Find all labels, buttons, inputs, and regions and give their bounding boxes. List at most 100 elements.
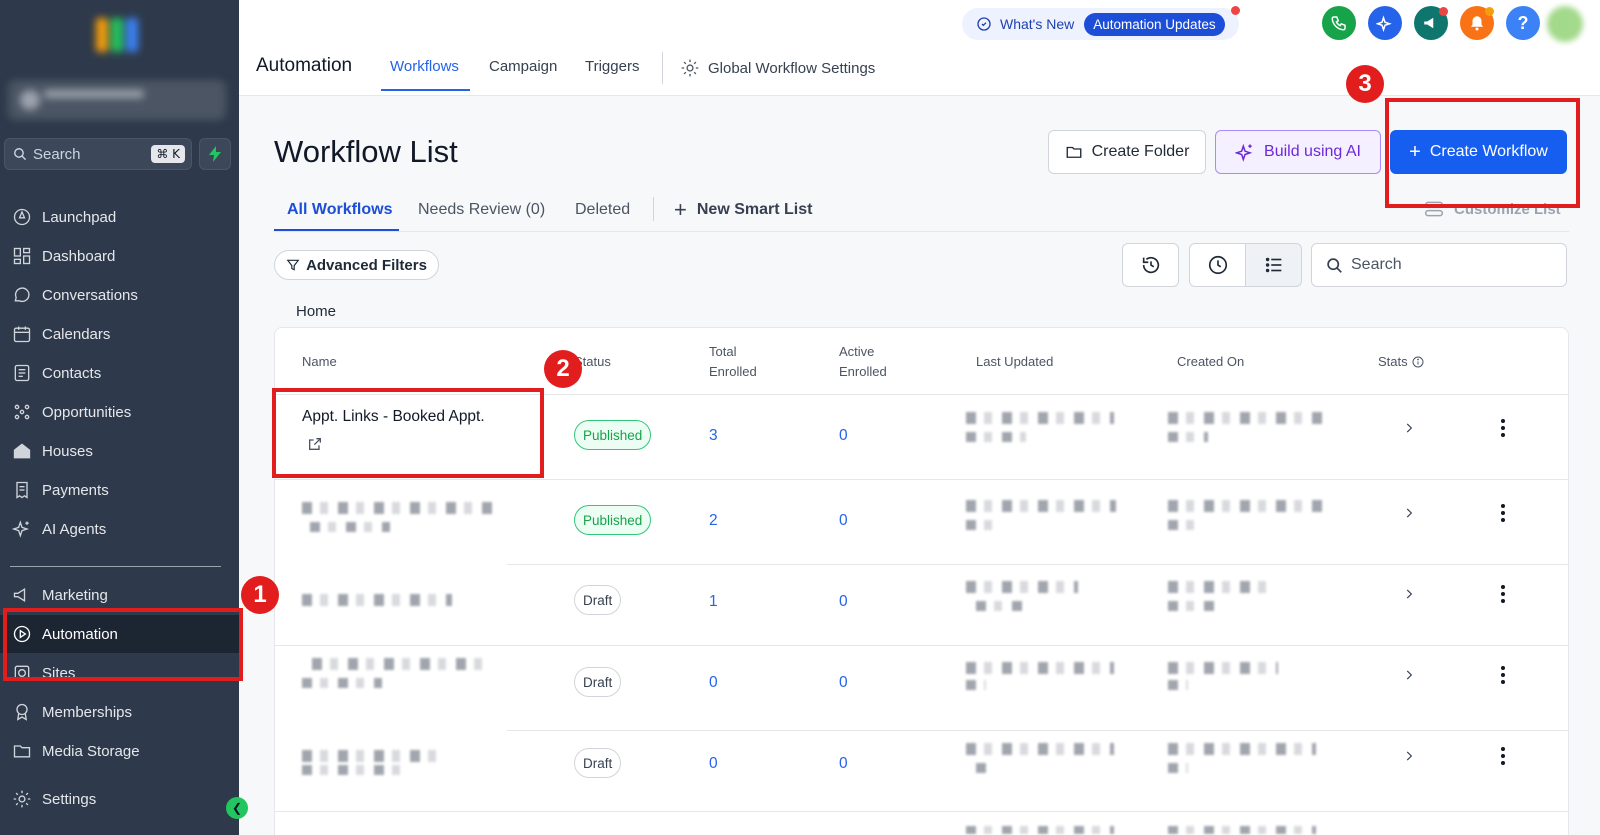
global-workflow-settings-link[interactable]: Global Workflow Settings xyxy=(680,58,875,78)
whats-new-pill[interactable]: What's New Automation Updates xyxy=(962,8,1239,40)
active-enrolled-count[interactable]: 0 xyxy=(839,427,848,445)
workflow-search-input[interactable]: Search xyxy=(1311,243,1567,287)
more-options-icon[interactable] xyxy=(1500,665,1506,685)
redacted-date xyxy=(966,432,1026,442)
automation-updates-badge[interactable]: Automation Updates xyxy=(1084,12,1225,36)
gear-icon xyxy=(13,790,31,808)
subtab-deleted[interactable]: Deleted xyxy=(575,201,630,219)
ai-assistant-button[interactable] xyxy=(1368,6,1402,40)
chevron-right-icon[interactable] xyxy=(1402,587,1416,601)
subtab-needs-review[interactable]: Needs Review (0) xyxy=(418,201,545,219)
redacted-date xyxy=(1168,826,1316,834)
clock-view-button[interactable] xyxy=(1189,243,1246,287)
sparkle-icon xyxy=(12,520,30,538)
sidebar-collapse-button[interactable]: ❮ xyxy=(226,797,248,819)
sidebar-item-conversations[interactable]: Conversations xyxy=(0,276,239,314)
sidebar-item-label: Settings xyxy=(42,790,97,808)
tab-separator xyxy=(662,52,663,84)
sidebar-item-media-storage[interactable]: Media Storage xyxy=(0,732,239,770)
active-enrolled-count[interactable]: 0 xyxy=(839,674,848,692)
chevron-left-icon: ❮ xyxy=(231,801,243,815)
tab-triggers[interactable]: Triggers xyxy=(585,58,639,75)
total-enrolled-count[interactable]: 0 xyxy=(709,755,718,773)
new-smart-list-button[interactable]: + New Smart List xyxy=(674,199,812,221)
sidebar-item-contacts[interactable]: Contacts xyxy=(0,354,239,392)
search-shortcut: ⌘ K xyxy=(151,145,185,163)
quick-action-button[interactable] xyxy=(199,138,231,170)
column-header-stats[interactable]: Stats xyxy=(1378,352,1424,372)
clock-icon xyxy=(1208,255,1227,275)
info-icon xyxy=(1412,356,1424,368)
annotation-number-3: 3 xyxy=(1346,65,1384,103)
status-badge: Published xyxy=(574,505,652,535)
chevron-right-icon[interactable] xyxy=(1402,421,1416,435)
active-enrolled-count[interactable]: 0 xyxy=(839,593,848,611)
sparkle-icon xyxy=(1235,143,1253,162)
advanced-filters-button[interactable]: Advanced Filters xyxy=(274,250,439,280)
user-avatar[interactable] xyxy=(1547,6,1583,42)
column-header-created-on[interactable]: Created On xyxy=(1177,352,1244,372)
breadcrumb[interactable]: Home xyxy=(296,303,336,320)
row-divider xyxy=(275,811,1568,812)
redacted-name xyxy=(302,765,402,775)
sidebar-item-label: Opportunities xyxy=(42,403,132,421)
redacted-date xyxy=(966,412,1114,424)
sidebar-item-launchpad[interactable]: Launchpad xyxy=(0,198,239,236)
redacted-date xyxy=(966,826,1114,834)
total-enrolled-count[interactable]: 3 xyxy=(709,427,718,445)
annotation-number-2: 2 xyxy=(544,350,582,388)
house-icon xyxy=(13,443,31,459)
more-options-icon[interactable] xyxy=(1500,503,1506,523)
tab-campaign[interactable]: Campaign xyxy=(489,58,557,75)
more-options-icon[interactable] xyxy=(1500,584,1506,604)
plus-icon: + xyxy=(674,197,687,222)
chevron-right-icon[interactable] xyxy=(1402,506,1416,520)
account-switcher[interactable] xyxy=(8,80,226,120)
sidebar-item-payments[interactable]: Payments xyxy=(0,471,239,509)
active-enrolled-count[interactable]: 0 xyxy=(839,755,848,773)
total-enrolled-count[interactable]: 0 xyxy=(709,674,718,692)
column-header-last-updated[interactable]: Last Updated xyxy=(976,352,1053,372)
redacted-date xyxy=(966,743,1114,755)
phone-button[interactable] xyxy=(1322,6,1356,40)
redacted-name xyxy=(302,594,452,606)
chevron-right-icon[interactable] xyxy=(1402,668,1416,682)
row-divider xyxy=(507,564,1568,565)
sidebar-item-memberships[interactable]: Memberships xyxy=(0,693,239,731)
chevron-right-icon[interactable] xyxy=(1402,749,1416,763)
list-view-button[interactable] xyxy=(1245,243,1302,287)
help-button[interactable]: ? xyxy=(1506,6,1540,40)
history-button[interactable] xyxy=(1122,243,1179,287)
calendar-icon xyxy=(13,326,31,343)
redacted-date xyxy=(966,680,986,690)
brand-logo[interactable] xyxy=(92,12,142,58)
subtab-all-workflows[interactable]: All Workflows xyxy=(287,201,393,219)
tab-workflows[interactable]: Workflows xyxy=(390,58,459,75)
sidebar-search-input[interactable]: Search ⌘ K xyxy=(4,138,192,170)
sidebar-item-ai-agents[interactable]: AI Agents xyxy=(0,510,239,548)
sidebar-item-dashboard[interactable]: Dashboard xyxy=(0,237,239,275)
more-options-icon[interactable] xyxy=(1500,746,1506,766)
contacts-icon xyxy=(14,364,30,382)
create-folder-button[interactable]: Create Folder xyxy=(1048,130,1206,174)
total-enrolled-count[interactable]: 2 xyxy=(709,512,718,530)
redacted-date xyxy=(966,581,1078,593)
column-header-name[interactable]: Name xyxy=(302,352,337,372)
column-header-total-enrolled[interactable]: Total Enrolled xyxy=(709,342,757,382)
sidebar-item-label: Calendars xyxy=(42,325,111,343)
active-enrolled-count[interactable]: 0 xyxy=(839,512,848,530)
create-folder-label: Create Folder xyxy=(1091,143,1190,160)
sidebar-item-opportunities[interactable]: Opportunities xyxy=(0,393,239,431)
build-using-ai-button[interactable]: Build using AI xyxy=(1215,130,1381,174)
sidebar-item-calendars[interactable]: Calendars xyxy=(0,315,239,353)
column-header-active-enrolled[interactable]: Active Enrolled xyxy=(839,342,887,382)
badge-icon xyxy=(16,703,28,721)
total-enrolled-count[interactable]: 1 xyxy=(709,593,718,611)
more-options-icon[interactable] xyxy=(1500,418,1506,438)
redacted-date xyxy=(976,763,988,773)
sidebar-item-settings[interactable]: Settings xyxy=(0,780,239,818)
sidebar-item-houses[interactable]: Houses xyxy=(0,432,239,470)
redacted-date xyxy=(1168,432,1208,442)
lightning-icon xyxy=(209,146,221,162)
stats-label: Stats xyxy=(1378,354,1408,369)
